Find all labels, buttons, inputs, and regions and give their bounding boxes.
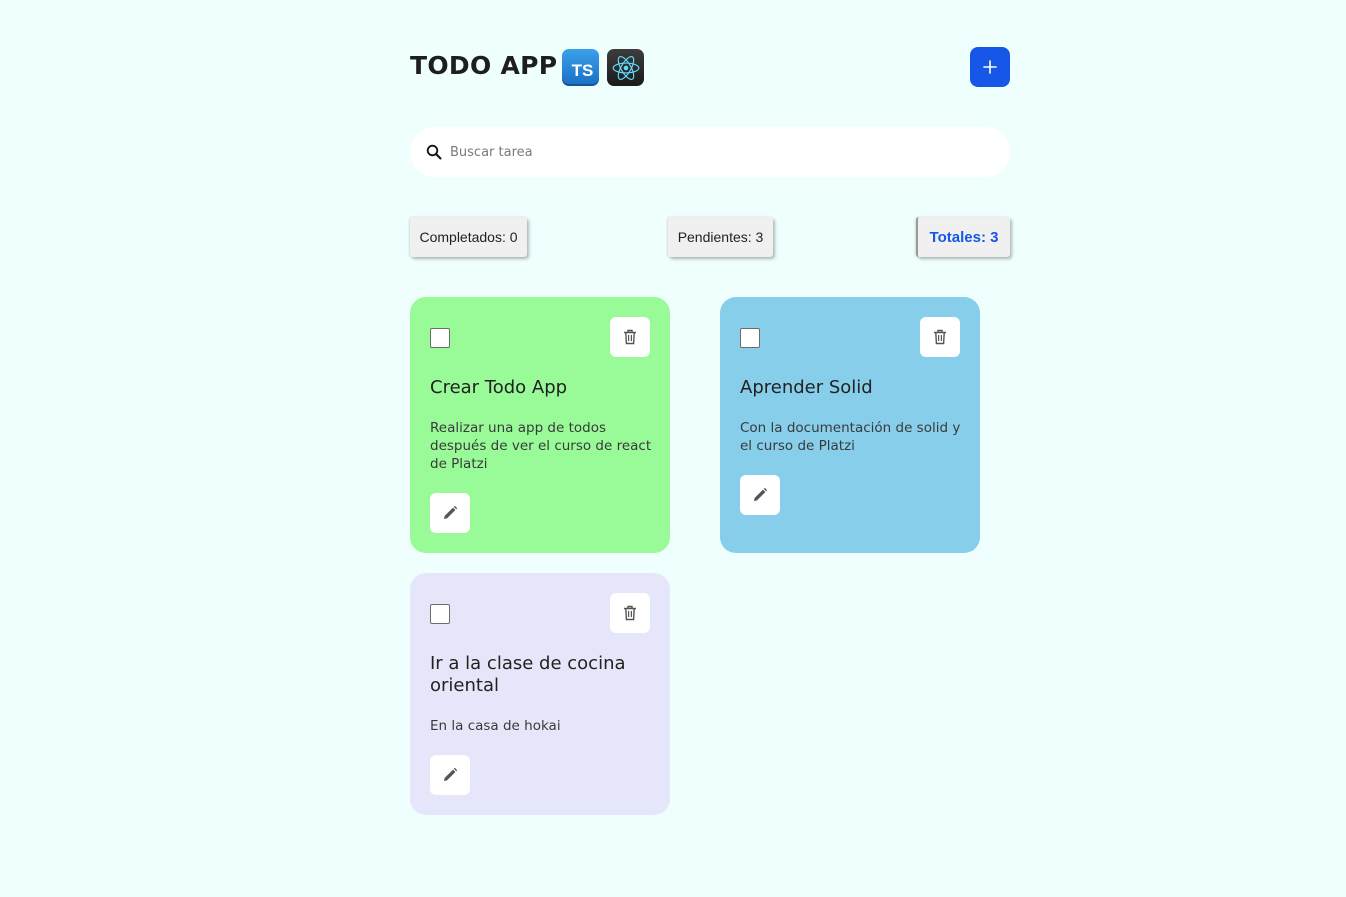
delete-todo-button[interactable] [610,593,650,633]
todo-complete-checkbox[interactable] [430,328,450,348]
edit-todo-button[interactable] [430,755,470,795]
pencil-icon [444,505,458,519]
plus-icon [983,60,997,74]
total-counter: Totales: 3 [916,217,1010,257]
trash-icon [624,605,636,621]
delete-todo-button[interactable] [920,317,960,357]
add-todo-button[interactable] [970,47,1010,87]
todo-complete-checkbox[interactable] [740,328,760,348]
edit-todo-button[interactable] [430,493,470,533]
pencil-icon [444,767,458,781]
react-logo [607,49,644,86]
search-bar [410,127,1010,177]
todo-card: Ir a la clase de cocina oriental En la c… [410,573,670,815]
completed-counter: Completados: 0 [410,217,527,257]
delete-todo-button[interactable] [610,317,650,357]
trash-icon [934,329,946,345]
app-title: TODO APP [410,51,558,80]
pencil-icon [754,487,768,501]
todo-title: Crear Todo App [430,377,568,398]
trash-icon [624,329,636,345]
typescript-logo-text: TS [571,60,594,80]
todo-card: Aprender Solid Con la documentación de s… [720,297,980,553]
search-icon [426,144,442,160]
todo-description: En la casa de hokai [430,718,561,734]
react-atom-icon [612,55,639,80]
typescript-logo: TS [562,49,599,86]
todo-complete-checkbox[interactable] [430,604,450,624]
pending-counter: Pendientes: 3 [668,217,773,257]
todo-title: Aprender Solid [740,377,873,398]
todo-card: Crear Todo App Realizar una app de todos… [410,297,670,553]
todo-title: Ir a la clase de cocina oriental [430,653,626,696]
header: TODO APP TS [410,47,1010,87]
todo-description: Con la documentación de solid y el curso… [740,420,961,454]
edit-todo-button[interactable] [740,475,780,515]
search-input[interactable] [450,127,990,177]
todo-description: Realizar una app de todos después de ver… [430,420,652,472]
